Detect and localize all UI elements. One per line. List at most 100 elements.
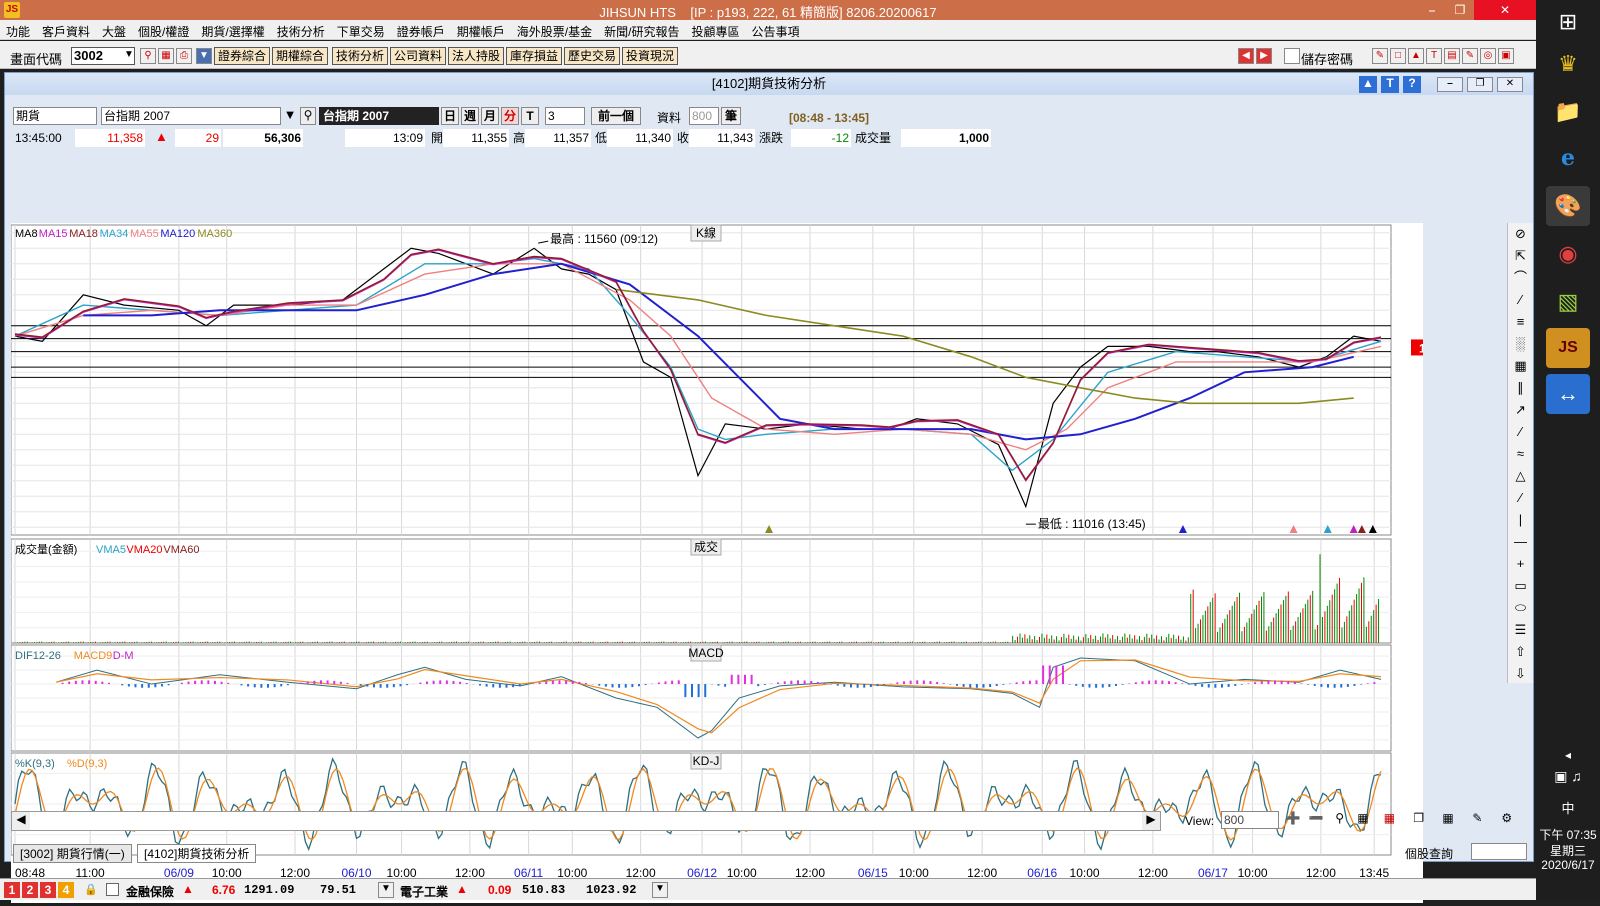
period-button-4[interactable]: T bbox=[521, 107, 539, 125]
close-icon[interactable]: ✕ bbox=[1497, 77, 1523, 92]
calendar-icon[interactable]: ▦ bbox=[1353, 811, 1373, 825]
help-icon[interactable]: ? bbox=[1403, 76, 1421, 93]
dropdown-icon[interactable]: ▼ bbox=[652, 882, 668, 898]
chevron-left-icon[interactable]: ◂ bbox=[1536, 748, 1600, 762]
menu-item-8[interactable]: 期權帳戶 bbox=[451, 20, 511, 43]
ime-indicator[interactable]: 中 bbox=[1536, 798, 1600, 817]
copy-icon[interactable]: ❐ bbox=[1406, 811, 1432, 825]
toolbar-button-3[interactable]: 公司資料 bbox=[390, 47, 447, 65]
minimize-icon[interactable]: ⎯ bbox=[1437, 77, 1463, 92]
vertical-lines-icon[interactable]: ░ bbox=[1508, 333, 1533, 355]
tool-icon[interactable]: T bbox=[1426, 48, 1442, 64]
symbol-select[interactable]: 台指期 2007 bbox=[101, 107, 281, 125]
period-button-0[interactable]: 日 bbox=[441, 107, 459, 125]
windows-start-icon[interactable]: ⊞ bbox=[1546, 2, 1590, 42]
internet-explorer-icon[interactable]: e bbox=[1546, 138, 1590, 178]
menu-item-11[interactable]: 投顧專區 bbox=[685, 20, 745, 43]
columns-icon[interactable]: ☰ bbox=[1508, 619, 1533, 641]
toolbar-button-4[interactable]: 法人持股 bbox=[448, 47, 505, 65]
cross-icon[interactable]: + bbox=[1508, 553, 1533, 575]
print-icon[interactable]: ⎙ bbox=[176, 48, 192, 64]
jihsun-app-icon[interactable]: JS bbox=[1546, 328, 1590, 368]
restore-icon[interactable]: ❐ bbox=[1467, 77, 1493, 92]
pen-icon[interactable]: ✎ bbox=[1464, 811, 1490, 825]
tool-icon[interactable]: ▤ bbox=[1444, 48, 1460, 64]
ellipse-icon[interactable]: ⬭ bbox=[1508, 597, 1533, 619]
down-arrow-icon[interactable]: ⇩ bbox=[1508, 663, 1533, 685]
minimize-icon[interactable]: ⎯ bbox=[1418, 0, 1446, 20]
period-button-2[interactable]: 月 bbox=[481, 107, 499, 125]
dropdown-icon[interactable]: ▼ bbox=[282, 107, 298, 125]
cursor-icon[interactable]: ⇱ bbox=[1508, 245, 1533, 267]
chart-type-icon[interactable]: ▦ bbox=[1376, 811, 1402, 825]
rank-button-1[interactable]: 2 bbox=[22, 882, 38, 898]
menu-item-9[interactable]: 海外股票/基金 bbox=[511, 20, 598, 43]
menu-item-10[interactable]: 新聞/研究報告 bbox=[598, 20, 685, 43]
rank-button-2[interactable]: 3 bbox=[40, 882, 56, 898]
search-icon[interactable]: ⚲ bbox=[140, 48, 156, 64]
fan-icon[interactable]: ∥ bbox=[1508, 377, 1533, 399]
period-value-select[interactable]: 3 bbox=[545, 107, 585, 125]
diagonal-line-icon[interactable]: ∕ bbox=[1508, 421, 1533, 443]
teamviewer-icon[interactable]: ↔ bbox=[1546, 374, 1590, 414]
menu-item-4[interactable]: 期貨/選擇權 bbox=[195, 20, 270, 43]
rank-button-0[interactable]: 1 bbox=[4, 882, 20, 898]
close-icon[interactable]: ✕ bbox=[1474, 0, 1536, 20]
menu-item-3[interactable]: 個股/權證 bbox=[132, 20, 195, 43]
save-password-checkbox[interactable] bbox=[1284, 48, 1300, 64]
toolbar-button-7[interactable]: 投資現況 bbox=[622, 47, 679, 65]
zoom-out-icon[interactable]: ➖ bbox=[1306, 811, 1326, 825]
vertical-line-icon[interactable]: | bbox=[1508, 509, 1533, 531]
notes-icon[interactable]: ▧ bbox=[1546, 282, 1590, 322]
chevron-down-icon[interactable]: ▼ bbox=[121, 48, 137, 64]
rank-button-3[interactable]: 4 bbox=[58, 882, 74, 898]
dropdown-icon[interactable]: ▼ bbox=[378, 882, 394, 898]
search-icon[interactable]: ⚲ bbox=[300, 107, 316, 125]
arrow-left-icon[interactable]: ◀ bbox=[1238, 48, 1254, 64]
paint-icon[interactable]: 🎨 bbox=[1546, 186, 1590, 226]
data-unit-button[interactable]: 筆 bbox=[721, 107, 741, 125]
grid-icon[interactable]: ▦ bbox=[1508, 355, 1533, 377]
up-arrow-icon[interactable]: ▲ bbox=[1359, 76, 1377, 93]
menu-item-2[interactable]: 大盤 bbox=[96, 20, 132, 43]
up-arrow-icon[interactable]: ⇧ bbox=[1508, 641, 1533, 663]
toolbar-button-5[interactable]: 庫存損益 bbox=[506, 47, 563, 65]
view-value-input[interactable]: 800 bbox=[1221, 811, 1279, 829]
tool-icon[interactable]: □ bbox=[1390, 48, 1406, 64]
toolbar-button-6[interactable]: 歷史交易 bbox=[564, 47, 621, 65]
menu-item-5[interactable]: 技術分析 bbox=[271, 20, 331, 43]
gear-icon[interactable]: ⚙ bbox=[1494, 811, 1520, 825]
tool-icon[interactable]: ▲ bbox=[1408, 48, 1424, 64]
network-icon[interactable]: ▣ ♫ bbox=[1536, 768, 1600, 785]
prev-button[interactable]: 前一個 bbox=[591, 107, 641, 125]
menu-item-12[interactable]: 公告事項 bbox=[746, 20, 806, 43]
tool-icon[interactable]: ▣ bbox=[1498, 48, 1514, 64]
lock-icon[interactable]: 🔒 bbox=[84, 883, 98, 897]
toolbar-button-2[interactable]: 技術分析 bbox=[332, 47, 389, 65]
data-count-input[interactable]: 800 bbox=[689, 107, 719, 125]
text-icon[interactable]: T bbox=[1381, 76, 1399, 93]
tab-1[interactable]: [4102]期貨技術分析 bbox=[137, 844, 257, 863]
horizontal-line-icon[interactable]: — bbox=[1508, 531, 1533, 553]
stock-query-input[interactable] bbox=[1471, 843, 1527, 860]
type-select[interactable]: 期貨 bbox=[13, 107, 97, 125]
menu-item-1[interactable]: 客戶資料 bbox=[36, 20, 96, 43]
crown-icon[interactable]: ♛ bbox=[1546, 44, 1590, 84]
rectangle-icon[interactable]: ▭ bbox=[1508, 575, 1533, 597]
parallel-lines-icon[interactable]: ≡ bbox=[1508, 311, 1533, 333]
menu-item-0[interactable]: 功能 bbox=[0, 20, 36, 43]
restore-icon[interactable]: ❐ bbox=[1446, 0, 1474, 20]
horizontal-scrollbar[interactable]: ◀ ▶ bbox=[11, 811, 1161, 831]
grid-icon[interactable]: ▦ bbox=[158, 48, 174, 64]
dropdown-icon[interactable]: ▼ bbox=[196, 48, 212, 64]
no-entry-icon[interactable]: ⊘ bbox=[1508, 223, 1533, 245]
zoom-in-icon[interactable]: ➕ bbox=[1283, 811, 1303, 825]
tool-icon[interactable]: ◎ bbox=[1480, 48, 1496, 64]
checkbox[interactable] bbox=[106, 883, 119, 896]
tool-icon[interactable]: ✎ bbox=[1372, 48, 1388, 64]
menu-item-6[interactable]: 下單交易 bbox=[331, 20, 391, 43]
period-button-1[interactable]: 週 bbox=[461, 107, 479, 125]
scroll-right-icon[interactable]: ▶ bbox=[1142, 812, 1160, 830]
chrome-icon[interactable]: ◉ bbox=[1546, 234, 1590, 274]
search-icon[interactable]: ⚲ bbox=[1330, 811, 1350, 825]
